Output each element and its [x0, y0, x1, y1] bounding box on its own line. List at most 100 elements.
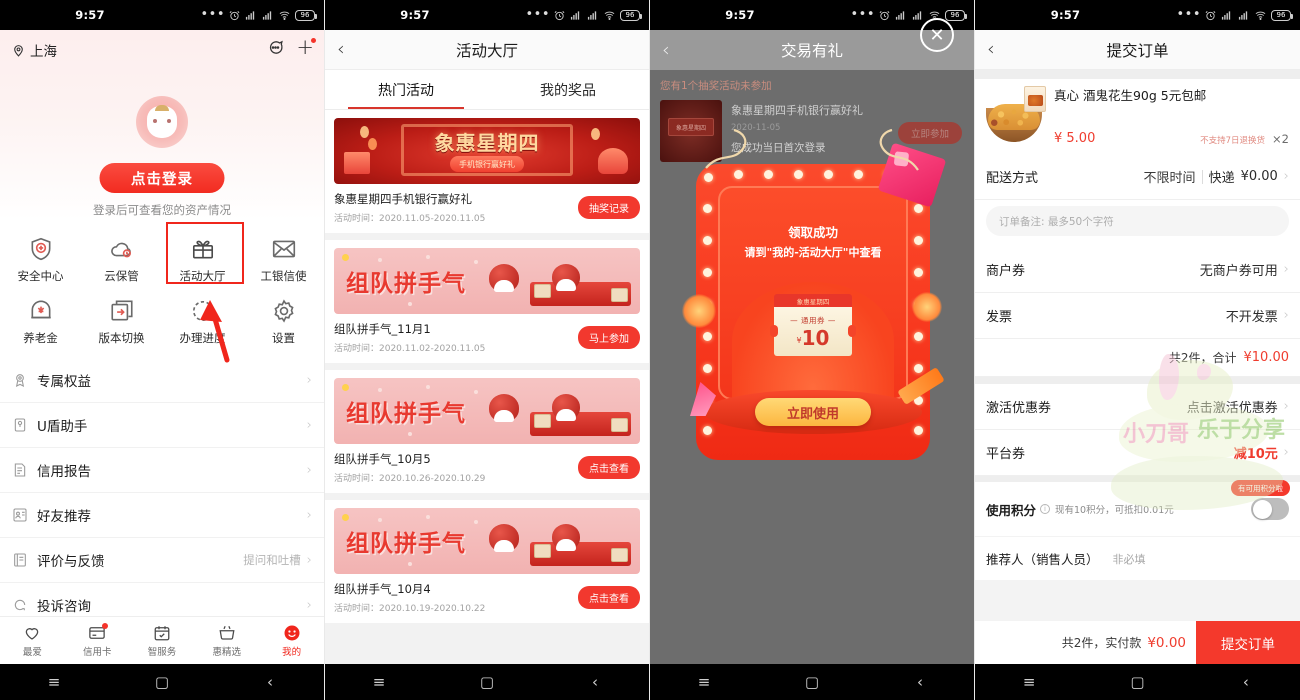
activity-card[interactable]: 组队拼手气 组队拼手气_11月1 活动时间：2020.11.02-2020.11… [325, 240, 649, 363]
message-icon[interactable] [267, 39, 284, 56]
add-icon[interactable]: + [296, 37, 316, 57]
nav-home-button[interactable]: ▢ [1107, 673, 1167, 691]
add-badge-dot [311, 38, 316, 43]
shipping-method-row[interactable]: 配送方式 不限时间 快递 ¥0.00 › [975, 154, 1300, 200]
referrer-row[interactable]: 推荐人（销售人员） 非必填 [975, 536, 1300, 580]
location-pin-icon [14, 44, 23, 57]
nav-menu-button[interactable]: ≡ [999, 673, 1059, 691]
phone-panel-3: 9:57 ••• 96 ‹ 交易有礼 您有1个抽奖活动未参加 象惠星期四 象惠星… [650, 0, 975, 700]
gift-icon [192, 240, 213, 259]
cloud-icon [110, 242, 131, 258]
header-spacer [975, 70, 1300, 79]
activity-card[interactable]: 组队拼手气 组队拼手气_10月4 活动时间：2020.10.19-2020.10… [325, 500, 649, 623]
list-item[interactable]: U盾助手 › [0, 403, 324, 448]
activity-card[interactable]: 组队拼手气 组队拼手气_10月5 活动时间：2020.10.26-2020.10… [325, 370, 649, 493]
list-item[interactable]: 评价与反馈 提问和吐槽 › [0, 538, 324, 583]
firework-decoration-left [682, 294, 716, 328]
grid-item-cloud[interactable]: 云保管 [81, 226, 162, 288]
lottery-name: 象惠星期四手机银行赢好礼 [731, 104, 863, 117]
use-now-button[interactable]: 立即使用 [755, 398, 871, 426]
login-button[interactable]: 点击登录 [99, 163, 225, 193]
back-button[interactable]: ‹ [337, 40, 345, 59]
avatar[interactable] [136, 96, 188, 148]
chevron-right-icon: › [1283, 308, 1289, 323]
list-item[interactable]: 专属权益 › [0, 358, 324, 403]
nav-menu-button[interactable]: ≡ [24, 673, 84, 691]
grid-item-version-switch[interactable]: 版本切换 [81, 288, 162, 350]
product-info: 真心 酒鬼花生90g 5元包邮 ¥ 5.00 不支持7日退换货 ×2 [1054, 88, 1289, 146]
row-value: 不限时间 快递 ¥0.00 › [1144, 167, 1289, 186]
points-toggle[interactable] [1251, 498, 1289, 520]
info-icon[interactable]: i [1040, 504, 1051, 514]
phone-panel-2: 9:57 ••• 96 ‹ 活动大厅 热门活动 我的奖品 象惠星期四 手机银行赢… [325, 0, 650, 700]
invoice-row[interactable]: 发票 不开发票 › [975, 293, 1300, 339]
list-item-right: › [301, 463, 312, 478]
product-row[interactable]: 真心 酒鬼花生90g 5元包邮 ¥ 5.00 不支持7日退换货 ×2 [975, 79, 1300, 154]
grid-item-settings[interactable]: 设置 [243, 288, 324, 350]
chevron-right-icon: › [306, 597, 312, 613]
tab-smart-service[interactable]: 智服务 [130, 624, 195, 658]
activity-action-button[interactable]: 马上参加 [578, 326, 640, 349]
progress-icon [192, 300, 213, 322]
lottery-join-button[interactable]: 立即参加 [897, 122, 962, 144]
nav-back-button[interactable]: ‹ [890, 673, 950, 691]
pay-count-label: 共2件，实付款 [1061, 636, 1142, 650]
shipping-time: 不限时间 [1143, 171, 1196, 186]
nav-back-button[interactable]: ‹ [565, 673, 625, 691]
tab-deals[interactable]: 惠精选 [194, 624, 259, 658]
nav-home-button[interactable]: ▢ [132, 673, 192, 691]
nav-menu-button[interactable]: ≡ [674, 673, 734, 691]
payment-bar: 共2件，实付款 ¥0.00 提交订单 [975, 621, 1300, 664]
nav-home-button[interactable]: ▢ [782, 673, 842, 691]
grid-label: 养老金 [23, 331, 58, 345]
shipping-fee: ¥0.00 [1240, 169, 1278, 184]
activity-action-button[interactable]: 点击查看 [578, 456, 640, 479]
grid-item-activity-hall[interactable]: 活动大厅 [162, 226, 243, 288]
grid-item-pension[interactable]: 养老金 [0, 288, 81, 350]
close-icon[interactable]: ✕ [920, 18, 954, 52]
tab-label: 最爱 [22, 646, 42, 658]
list-item[interactable]: 好友推荐 › [0, 493, 324, 538]
tab-my-prizes[interactable]: 我的奖品 [487, 70, 649, 109]
merchant-coupon-row[interactable]: 商户券 无商户券可用 › [975, 247, 1300, 293]
tab-favorites[interactable]: 最爱 [0, 624, 65, 658]
nav-menu-button[interactable]: ≡ [349, 673, 409, 691]
battery-level: 96 [950, 11, 960, 19]
firework-decoration-right [912, 292, 942, 322]
activity-action-button[interactable]: 点击查看 [578, 586, 640, 609]
grid-item-security[interactable]: 安全中心 [0, 226, 81, 288]
list-item-label: 信用报告 [37, 464, 91, 480]
status-bar-1: 9:57 ••• 96 [0, 0, 324, 30]
tab-credit-card[interactable]: 信用卡 [65, 622, 130, 658]
submit-order-button[interactable]: 提交订单 [1196, 621, 1300, 664]
list-item-label: 投诉咨询 [37, 599, 91, 615]
nav-home-button[interactable]: ▢ [457, 673, 517, 691]
tab-hot-activities[interactable]: 热门活动 [325, 70, 487, 109]
location-selector[interactable]: 上海 [12, 40, 57, 60]
tab-mine[interactable]: 我的 [259, 624, 324, 658]
order-note-row: 订单备注: 最多50个字符 [975, 200, 1300, 247]
page-title: 提交订单 [1106, 41, 1169, 60]
grid-item-messenger[interactable]: 工银信使 [243, 226, 324, 288]
nav-back-button[interactable]: ‹ [240, 673, 300, 691]
activity-meta: 象惠星期四手机银行赢好礼 活动时间：2020.11.05-2020.11.05 … [334, 191, 640, 224]
platform-coupon-row[interactable]: 平台券 减10元 › [975, 430, 1300, 476]
activity-card[interactable]: 象惠星期四 手机银行赢好礼 象惠星期四手机银行赢好礼 活动时间：2020.11.… [325, 110, 649, 233]
product-image [986, 86, 1046, 146]
invoice-value: 不开发票 [1225, 310, 1278, 325]
order-note-input[interactable]: 订单备注: 最多50个字符 [986, 206, 1289, 236]
mascot-2 [552, 394, 580, 421]
smiley-icon [284, 625, 300, 640]
location-label: 上海 [30, 44, 57, 60]
list-item[interactable]: 信用报告 › [0, 448, 324, 493]
activity-text: 组队拼手气_11月1 活动时间：2020.11.02-2020.11.05 [334, 321, 578, 354]
activate-coupon-row[interactable]: 激活优惠券 点击激活优惠券 › [975, 384, 1300, 430]
activity-meta: 组队拼手气_10月4 活动时间：2020.10.19-2020.10.22 点击… [334, 581, 640, 614]
activity-action-button[interactable]: 抽奖记录 [578, 196, 640, 219]
phone-panel-1: 9:57 ••• 96 上海 + 点击登录 登录后可查看您的资产情况 安全中心 … [0, 0, 325, 700]
grid-item-progress[interactable]: 办理进度 [162, 288, 243, 350]
back-button[interactable]: ‹ [987, 40, 995, 59]
profile-header: 上海 + 点击登录 登录后可查看您的资产情况 [0, 30, 324, 220]
back-button[interactable]: ‹ [662, 39, 670, 61]
nav-back-button[interactable]: ‹ [1216, 673, 1276, 691]
